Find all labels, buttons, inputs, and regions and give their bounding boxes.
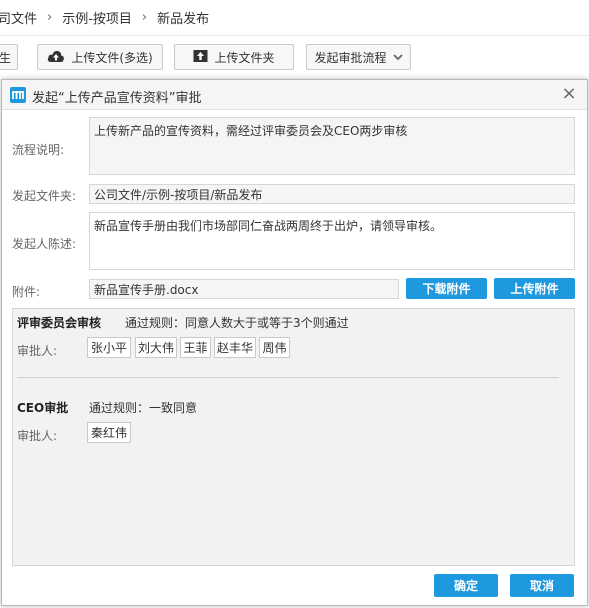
breadcrumb-item-new-launch[interactable]: 新品发布 — [157, 8, 209, 27]
breadcrumb-item-company-files[interactable]: 司文件 — [0, 8, 37, 27]
step-rule: 通过规则：同意人数大于或等于3个则通过 — [125, 316, 349, 330]
statement-input[interactable]: 新品宣传手册由我们市场部同仁奋战两周终于出炉，请领导审核。 — [89, 212, 575, 270]
start-approval-flow-dropdown[interactable]: 发起审批流程 — [306, 44, 411, 70]
app-logo-icon — [10, 87, 26, 103]
attachment-field: 新品宣传手册.docx — [89, 279, 399, 299]
approver-chip: 赵丰华 — [214, 337, 256, 358]
toolbar: 生 上传文件(多选) 上传文件夹 发起审批流程 — [0, 36, 589, 78]
approval-dialog: 发起“上传产品宣传资料”审批 × 流程说明: 上传新产品的宣传资料，需经过评审委… — [1, 79, 588, 606]
breadcrumb-item-by-project[interactable]: 示例-按项目 — [62, 8, 132, 27]
upload-folder-button[interactable]: 上传文件夹 — [174, 44, 294, 70]
approver-chip: 王菲 — [180, 337, 211, 358]
folder-upload-icon — [193, 49, 208, 66]
upload-files-button[interactable]: 上传文件(多选) — [37, 44, 163, 70]
flow-desc-field: 上传新产品的宣传资料，需经过评审委员会及CEO两步审核 — [89, 117, 575, 175]
approver-label: 审批人: — [17, 429, 58, 443]
folder-field: 公司文件/示例-按项目/新品发布 — [89, 184, 575, 204]
approver-chip: 周伟 — [259, 337, 290, 358]
step-divider — [17, 377, 559, 378]
start-flow-label: 发起审批流程 — [314, 50, 387, 65]
breadcrumb: 司文件 › 示例-按项目 › 新品发布 — [0, 0, 589, 36]
upload-files-label: 上传文件(多选) — [71, 50, 153, 65]
chevron-down-icon — [392, 50, 403, 64]
close-icon[interactable]: × — [559, 83, 579, 105]
step-title: 评审委员会审核 — [17, 316, 102, 330]
attachment-label: 附件: — [12, 285, 41, 299]
folder-label: 发起文件夹: — [12, 189, 77, 203]
upload-attachment-button[interactable]: 上传附件 — [494, 278, 575, 299]
confirm-button[interactable]: 确定 — [434, 574, 498, 597]
cloud-upload-icon — [47, 49, 65, 66]
dialog-header: 发起“上传产品宣传资料”审批 × — [2, 80, 587, 110]
approver-label: 审批人: — [17, 344, 58, 358]
dialog-title: 发起“上传产品宣传资料”审批 — [32, 91, 202, 106]
statement-label: 发起人陈述: — [12, 237, 77, 251]
chevron-right-icon: › — [47, 10, 53, 25]
partial-toolbar-button[interactable]: 生 — [0, 44, 18, 70]
approval-steps-panel: 评审委员会审核 通过规则：同意人数大于或等于3个则通过 审批人: 张小平 刘大伟… — [12, 308, 575, 566]
upload-folder-label: 上传文件夹 — [214, 50, 275, 65]
step-rule: 通过规则：一致同意 — [89, 401, 198, 415]
step-title: CEO审批 — [17, 401, 69, 415]
flow-desc-label: 流程说明: — [12, 143, 65, 157]
chevron-right-icon: › — [141, 10, 148, 25]
approver-chip: 刘大伟 — [135, 337, 177, 358]
partial-button-label: 生 — [0, 50, 11, 65]
approver-chip: 张小平 — [87, 337, 131, 358]
download-attachment-button[interactable]: 下载附件 — [406, 278, 487, 299]
approver-chip: 秦红伟 — [87, 422, 131, 443]
cancel-button[interactable]: 取消 — [510, 574, 574, 597]
